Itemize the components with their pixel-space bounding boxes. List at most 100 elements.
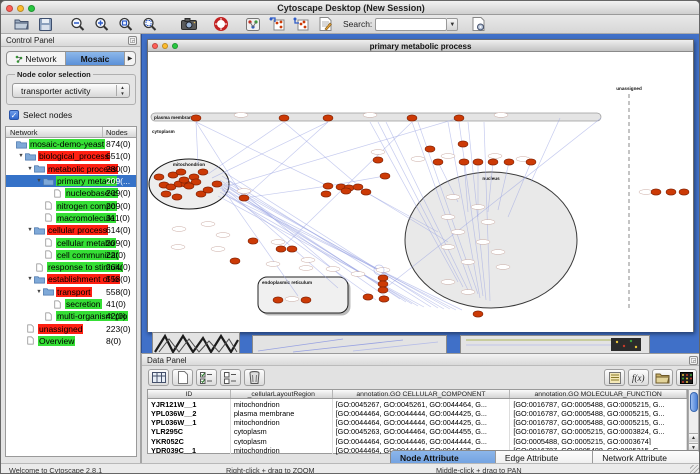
zoom-out-icon[interactable]	[65, 16, 89, 33]
expand-arrow-icon[interactable]: ▼	[26, 276, 34, 282]
tree-row[interactable]: ▼primary metabo209(...	[6, 175, 136, 187]
vizmapper-icon[interactable]	[241, 16, 265, 33]
network-node[interactable]	[212, 181, 222, 187]
network-node[interactable]	[203, 187, 213, 193]
network-node[interactable]	[379, 296, 389, 302]
network-node[interactable]	[276, 246, 286, 252]
network-node[interactable]	[679, 189, 689, 195]
network-overlay-b-icon[interactable]	[289, 16, 313, 33]
network-node[interactable]	[454, 115, 464, 121]
network-node[interactable]	[473, 311, 483, 317]
table-cell[interactable]: mitochondrion	[231, 445, 333, 454]
tree-row[interactable]: secretion41(0)	[6, 298, 136, 310]
table-cell[interactable]: cytoplasm	[231, 427, 333, 436]
network-node[interactable]	[161, 191, 171, 197]
network-node[interactable]	[353, 184, 363, 190]
table-row[interactable]: YLR295Ccytoplasm[GO:0045263, GO:0044464,…	[148, 427, 687, 436]
table-cell[interactable]: mitochondrion	[231, 418, 333, 427]
network-node[interactable]	[341, 188, 351, 194]
resize-grip[interactable]	[690, 465, 700, 474]
table-cell[interactable]: [GO:0016787, GO:0005488, GO:0005215, G..…	[510, 399, 687, 408]
table-cell[interactable]: mitochondrion	[231, 399, 333, 408]
table-cell[interactable]: [GO:0044464, GO:0044444, GO:0044425, G..…	[333, 408, 511, 417]
snapshot-camera-icon[interactable]	[177, 16, 201, 33]
search-options-icon[interactable]	[466, 16, 490, 33]
import-attributes-icon[interactable]	[652, 369, 673, 386]
float-panel-icon[interactable]: ◲	[128, 36, 137, 45]
network-view-window[interactable]: primary metabolic process plasma membran…	[147, 39, 694, 332]
tree-row[interactable]: ▼establishment of lo558(0)	[6, 273, 136, 285]
tree-column-nodes[interactable]: Nodes	[103, 127, 136, 137]
new-attribute-icon[interactable]	[172, 369, 193, 386]
network-canvas[interactable]: plasma membrane cytoplasm mitochondrion …	[148, 52, 693, 332]
expand-arrow-icon[interactable]: ▼	[35, 178, 43, 184]
scroll-up-arrow-icon[interactable]: ▲	[689, 433, 698, 442]
column-header[interactable]: annotation.GO CELLULAR_COMPONENT	[333, 390, 511, 398]
network-node[interactable]	[287, 246, 297, 252]
background-window-fragment[interactable]	[460, 335, 650, 353]
table-cell[interactable]: YLR295C	[148, 427, 231, 436]
search-input[interactable]	[375, 18, 447, 31]
table-cell[interactable]: [GO:0044464, GO:0044444, GO:0044425, G..…	[333, 418, 511, 427]
expand-arrow-icon[interactable]: ▼	[26, 227, 34, 233]
table-cell[interactable]: [GO:0045263, GO:0044464, GO:0044455, G..…	[333, 427, 511, 436]
scrollbar-thumb[interactable]	[690, 392, 698, 412]
network-node[interactable]	[373, 157, 383, 163]
network-node[interactable]	[433, 159, 443, 165]
table-cell[interactable]: [GO:0044464, GO:0044446, GO:0044444, G..…	[333, 436, 511, 445]
network-node[interactable]	[191, 115, 201, 121]
tree-row[interactable]: nitrogen compo209(0)	[6, 199, 136, 211]
table-cell[interactable]: [GO:0005488, GO:0005215, GO:0003674]	[510, 436, 687, 445]
table-cell[interactable]: cytoplasm	[231, 436, 333, 445]
tree-row[interactable]: nucleobase-c209(0)	[6, 187, 136, 199]
unselect-attributes-icon[interactable]	[220, 369, 241, 386]
delete-attribute-icon[interactable]	[244, 369, 265, 386]
network-node[interactable]	[407, 115, 417, 121]
select-nodes-checkbox[interactable]: ✓	[9, 110, 19, 120]
annotation-icon[interactable]	[313, 16, 337, 33]
network-node[interactable]	[248, 238, 258, 244]
table-cell[interactable]: YJR121W__1	[148, 399, 231, 408]
tree-row[interactable]: Overview8(0)	[6, 335, 136, 347]
select-attributes-icon[interactable]	[196, 369, 217, 386]
network-node[interactable]	[176, 169, 186, 175]
expand-arrow-icon[interactable]: ▼	[17, 153, 25, 159]
network-node[interactable]	[458, 141, 468, 147]
network-node[interactable]	[154, 174, 164, 180]
open-folder-icon[interactable]	[9, 16, 33, 33]
tree-row[interactable]: cell communicat22(0)	[6, 249, 136, 261]
network-node[interactable]	[504, 159, 514, 165]
network-node[interactable]	[179, 177, 189, 183]
network-node[interactable]	[473, 159, 483, 165]
network-view-titlebar[interactable]: primary metabolic process	[148, 40, 693, 52]
table-row[interactable]: YPL036W__2plasma membrane[GO:0044464, GO…	[148, 408, 687, 417]
attribute-editor-icon[interactable]	[604, 369, 625, 386]
save-icon[interactable]	[33, 16, 57, 33]
network-node[interactable]	[378, 281, 388, 287]
node-color-dropdown[interactable]: transporter activity ▲▼	[12, 83, 130, 98]
search-dropdown-arrow-icon[interactable]: ▼	[447, 18, 458, 31]
background-window-fragment[interactable]	[152, 332, 240, 353]
zoom-in-icon[interactable]	[89, 16, 113, 33]
table-row[interactable]: YJR121W__1mitochondrion[GO:0045267, GO:0…	[148, 399, 687, 408]
attribute-table-icon[interactable]	[148, 369, 169, 386]
expand-arrow-icon[interactable]: ▼	[35, 289, 43, 295]
table-cell[interactable]: [GO:0045267, GO:0045261, GO:0044464, G..…	[333, 399, 511, 408]
float-panel-icon[interactable]: ◲	[689, 356, 698, 365]
network-node[interactable]	[230, 258, 240, 264]
tab-mosaic[interactable]: Mosaic	[66, 52, 125, 65]
network-node[interactable]	[363, 294, 373, 300]
table-cell[interactable]: plasma membrane	[231, 408, 333, 417]
tree-row[interactable]: ▼metabolic process280(0)	[6, 163, 136, 175]
tree-row[interactable]: cellular metabo209(0)	[6, 236, 136, 248]
tree-row[interactable]: ▼biological_process651(0)	[6, 150, 136, 162]
more-tabs-arrow-icon[interactable]: ▶	[125, 52, 135, 65]
network-node[interactable]	[380, 173, 390, 179]
network-node[interactable]	[279, 115, 289, 121]
function-builder-icon[interactable]: f(x)	[628, 369, 649, 386]
tree-row[interactable]: macromolecule311(0)	[6, 212, 136, 224]
table-cell[interactable]: YKR052C	[148, 436, 231, 445]
network-node[interactable]	[323, 183, 333, 189]
network-node[interactable]	[459, 159, 469, 165]
network-node[interactable]	[172, 194, 182, 200]
